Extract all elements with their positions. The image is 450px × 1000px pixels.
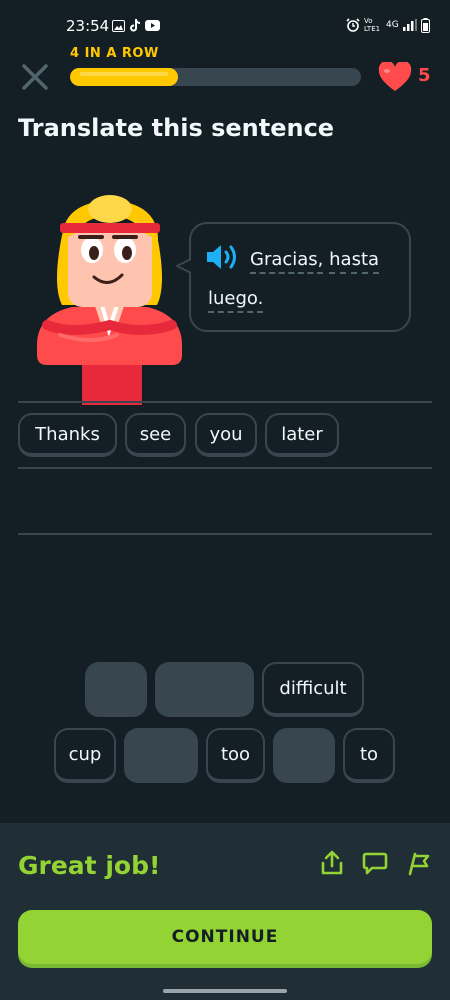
word-bank-chip[interactable]: to <box>343 728 395 783</box>
status-notification-icons <box>112 19 160 32</box>
answer-line-middle <box>18 467 432 469</box>
tiktok-icon <box>130 19 140 32</box>
heart-icon <box>378 62 412 91</box>
prompt-word[interactable]: Gracias, <box>250 249 324 274</box>
word-bank-chip[interactable]: too <box>206 728 265 783</box>
youtube-icon <box>145 20 160 31</box>
feedback-message: Great job! <box>18 851 161 880</box>
answer-line-top <box>18 401 432 403</box>
signal-icon <box>402 19 417 31</box>
word-bank-chip[interactable]: difficult <box>262 662 364 717</box>
word-bank-slot-used <box>155 662 254 717</box>
word-bank-chip[interactable]: cup <box>54 728 116 783</box>
hearts-count: 5 <box>418 65 431 86</box>
carrier-label: Vo LTE1 <box>364 17 381 33</box>
lesson-progress-bar <box>70 68 361 86</box>
prompt-sentence: Gracias, hasta luego. <box>208 240 398 318</box>
answer-line-bottom <box>18 533 432 535</box>
continue-button[interactable]: CONTINUE <box>18 910 432 964</box>
progress-fill <box>70 68 178 86</box>
speech-bubble-tail <box>176 258 192 274</box>
challenge-title: Translate this sentence <box>18 114 335 142</box>
status-bar: 23:54 Vo LTE1 4G <box>0 0 450 50</box>
gallery-icon <box>112 19 125 32</box>
word-bank-slot-used <box>85 662 147 717</box>
answer-word-chip[interactable]: see <box>125 413 186 457</box>
answer-word-chip[interactable]: later <box>265 413 339 457</box>
network-label: 4G <box>386 20 399 30</box>
streak-label: 4 IN A ROW <box>70 46 159 61</box>
alarm-icon <box>346 18 360 32</box>
answer-word-chip[interactable]: you <box>195 413 257 457</box>
battery-icon <box>420 17 430 33</box>
character-illustration <box>37 195 182 405</box>
status-time: 23:54 <box>66 17 110 35</box>
prompt-word[interactable]: luego. <box>208 288 264 313</box>
home-indicator[interactable] <box>163 989 287 993</box>
word-bank-slot-used <box>273 728 335 783</box>
answer-word-chip[interactable]: Thanks <box>18 413 117 457</box>
report-flag-icon[interactable] <box>406 850 432 876</box>
prompt-word[interactable]: hasta <box>329 249 380 274</box>
comment-icon[interactable] <box>362 850 388 876</box>
share-icon[interactable] <box>319 850 345 876</box>
word-bank-slot-used <box>124 728 198 783</box>
status-system-icons: Vo LTE1 4G <box>346 17 430 33</box>
close-button[interactable] <box>20 62 50 92</box>
